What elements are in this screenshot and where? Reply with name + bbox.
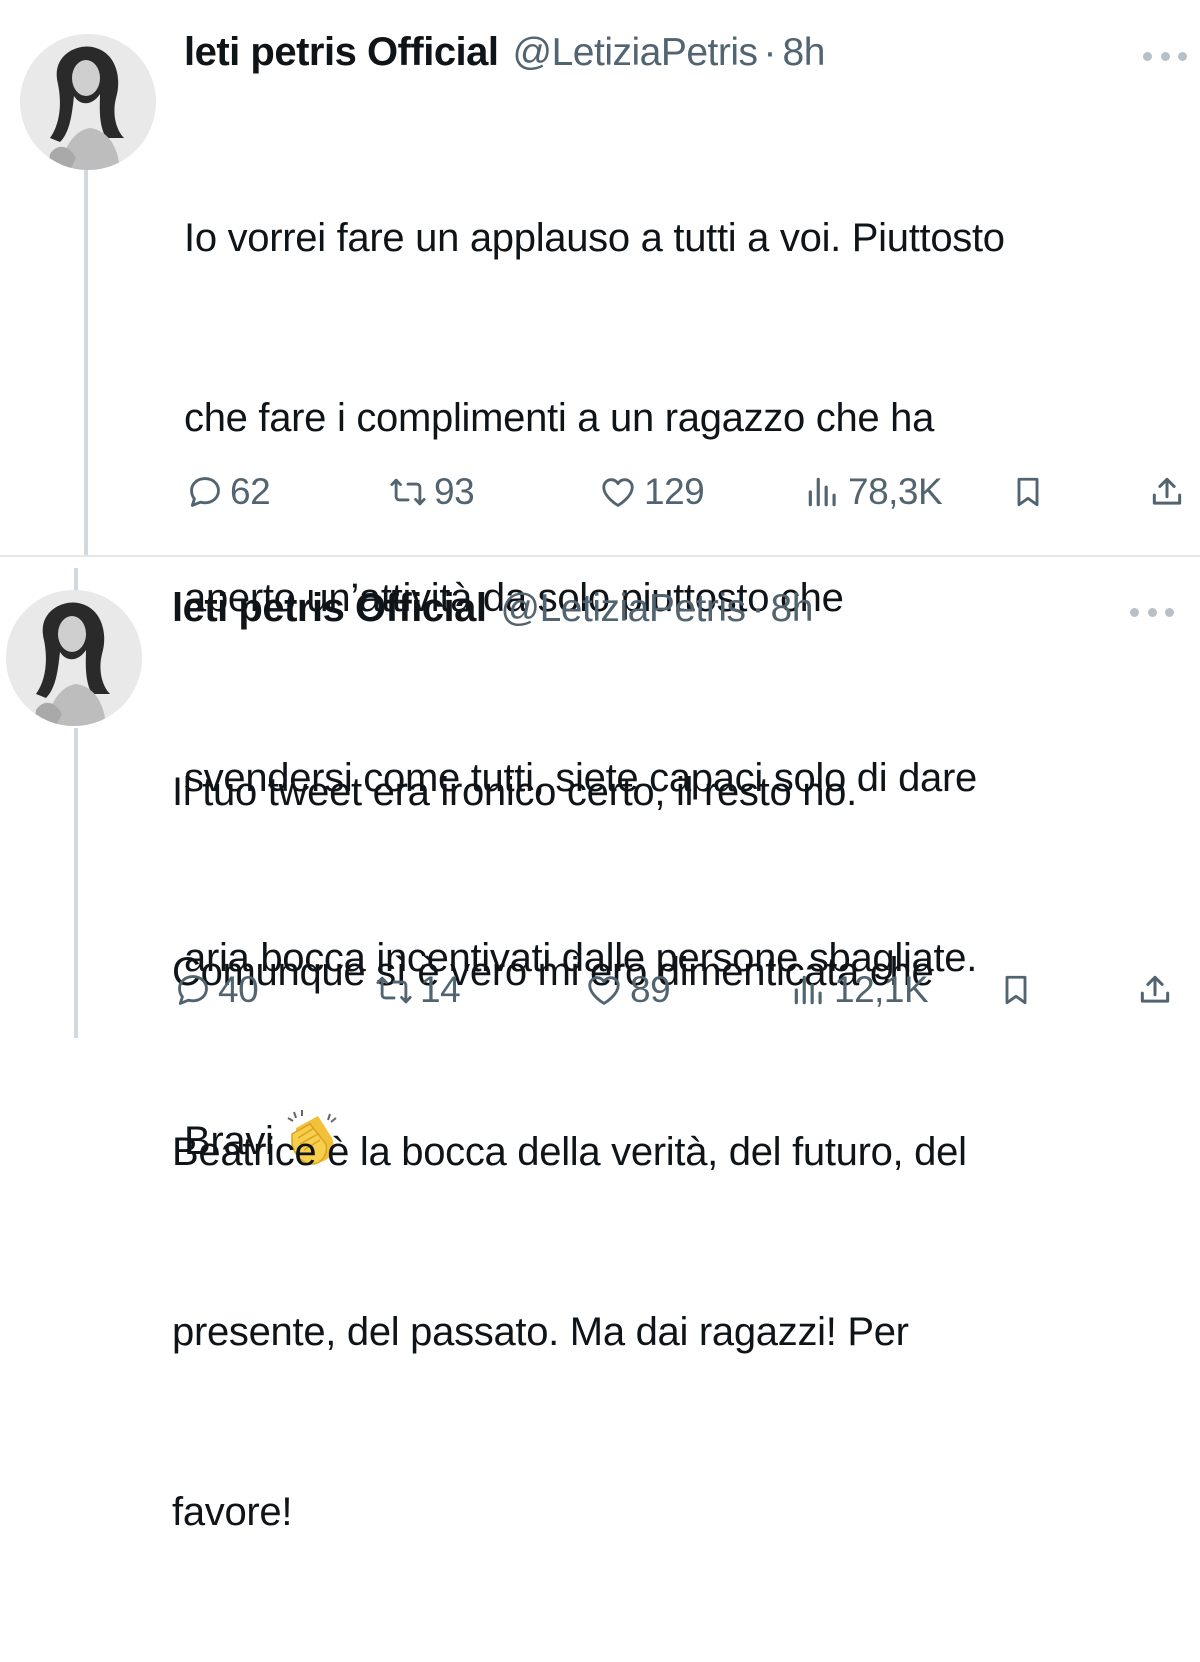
author-handle[interactable]: @LetiziaPetris bbox=[513, 31, 759, 75]
timestamp[interactable]: 8h bbox=[783, 31, 826, 75]
reply-count: 62 bbox=[230, 471, 271, 512]
author-name[interactable]: leti petris Official bbox=[184, 30, 499, 75]
like-button[interactable]: 89 bbox=[584, 960, 671, 1020]
reply-icon bbox=[190, 477, 220, 507]
repost-count: 14 bbox=[420, 969, 461, 1010]
author-handle[interactable]: @LetiziaPetris bbox=[501, 587, 747, 631]
views-icon bbox=[808, 477, 836, 507]
tweet-text-line: Io vorrei fare un applauso a tutti a voi… bbox=[184, 216, 1005, 260]
bookmark-icon bbox=[1005, 975, 1027, 1005]
more-options-icon[interactable] bbox=[1143, 46, 1187, 66]
views-button[interactable]: 78,3K bbox=[804, 462, 943, 522]
like-count: 129 bbox=[644, 471, 705, 512]
like-button[interactable]: 129 bbox=[598, 462, 705, 522]
views-icon bbox=[794, 975, 822, 1005]
avatar-photo bbox=[20, 34, 156, 170]
repost-button[interactable]: 93 bbox=[388, 462, 475, 522]
avatar-photo bbox=[6, 590, 142, 726]
repost-count: 93 bbox=[434, 471, 475, 512]
like-count: 89 bbox=[630, 969, 671, 1010]
reply-button[interactable]: 62 bbox=[186, 462, 271, 522]
tweet-header: leti petris Official @LetiziaPetris · 8h bbox=[184, 30, 825, 75]
tweet-text-line: Beatrice è la bocca della verità, del fu… bbox=[172, 1130, 967, 1174]
thread-line bbox=[74, 568, 78, 590]
bookmark-icon bbox=[1017, 477, 1039, 507]
tweet-actions: 40 14 89 12,1K bbox=[0, 960, 1200, 1020]
tweet-text-line: presente, del passato. Ma dai ragazzi! P… bbox=[172, 1310, 909, 1354]
tweet-header: leti petris Official @LetiziaPetris · 8h bbox=[172, 586, 813, 631]
reply-button[interactable]: 40 bbox=[174, 960, 259, 1020]
bookmark-button[interactable] bbox=[998, 960, 1034, 1020]
tweet-text-line: che fare i complimenti a un ragazzo che … bbox=[184, 396, 935, 440]
separator: · bbox=[763, 31, 777, 74]
heart-icon bbox=[588, 976, 620, 1005]
share-icon bbox=[1140, 975, 1170, 1003]
share-icon bbox=[1152, 477, 1182, 505]
repost-icon bbox=[376, 976, 412, 1004]
tweet-text-line: favore! bbox=[172, 1490, 293, 1534]
reply-icon bbox=[178, 975, 208, 1005]
reply-count: 40 bbox=[218, 969, 259, 1010]
more-options-icon[interactable] bbox=[1130, 602, 1174, 622]
tweet-actions: 62 93 129 78,3K bbox=[0, 462, 1200, 522]
tweet-text-line: Il tuo tweet era ironico certo, il resto… bbox=[172, 770, 857, 814]
repost-button[interactable]: 14 bbox=[374, 960, 461, 1020]
share-button[interactable] bbox=[1136, 960, 1174, 1020]
separator: · bbox=[751, 587, 765, 630]
timestamp[interactable]: 8h bbox=[771, 587, 814, 631]
tweet-text: Il tuo tweet era ironico certo, il resto… bbox=[172, 642, 967, 1662]
avatar[interactable] bbox=[20, 34, 156, 170]
heart-icon bbox=[602, 478, 634, 507]
repost-icon bbox=[390, 478, 426, 506]
tweet[interactable]: leti petris Official @LetiziaPetris · 8h… bbox=[0, 0, 1200, 1165]
bookmark-button[interactable] bbox=[1010, 462, 1046, 522]
views-count: 78,3K bbox=[848, 471, 943, 512]
share-button[interactable] bbox=[1148, 462, 1186, 522]
views-button[interactable]: 12,1K bbox=[790, 960, 929, 1020]
views-count: 12,1K bbox=[834, 969, 929, 1010]
author-name[interactable]: leti petris Official bbox=[172, 586, 487, 631]
avatar[interactable] bbox=[6, 590, 142, 726]
tweet[interactable]: leti petris Official @LetiziaPetris · 8h… bbox=[0, 556, 1200, 1534]
